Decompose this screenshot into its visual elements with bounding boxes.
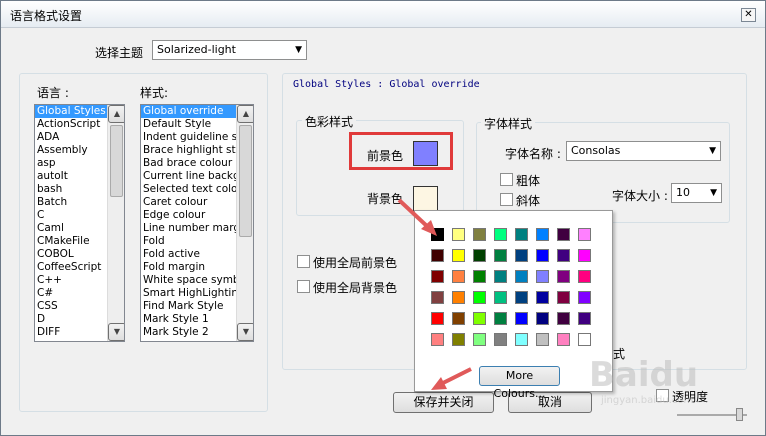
arrow-line <box>397 198 431 230</box>
arrow-line <box>440 367 472 386</box>
watermark-url: jingyan.baidu.com <box>601 395 694 406</box>
style-configurator-window: 语言格式设置 ✕ 选择主题 Solarized-light ▼ 语言 : 样式:… <box>0 0 766 436</box>
watermark-logo: Baidu <box>589 355 699 395</box>
